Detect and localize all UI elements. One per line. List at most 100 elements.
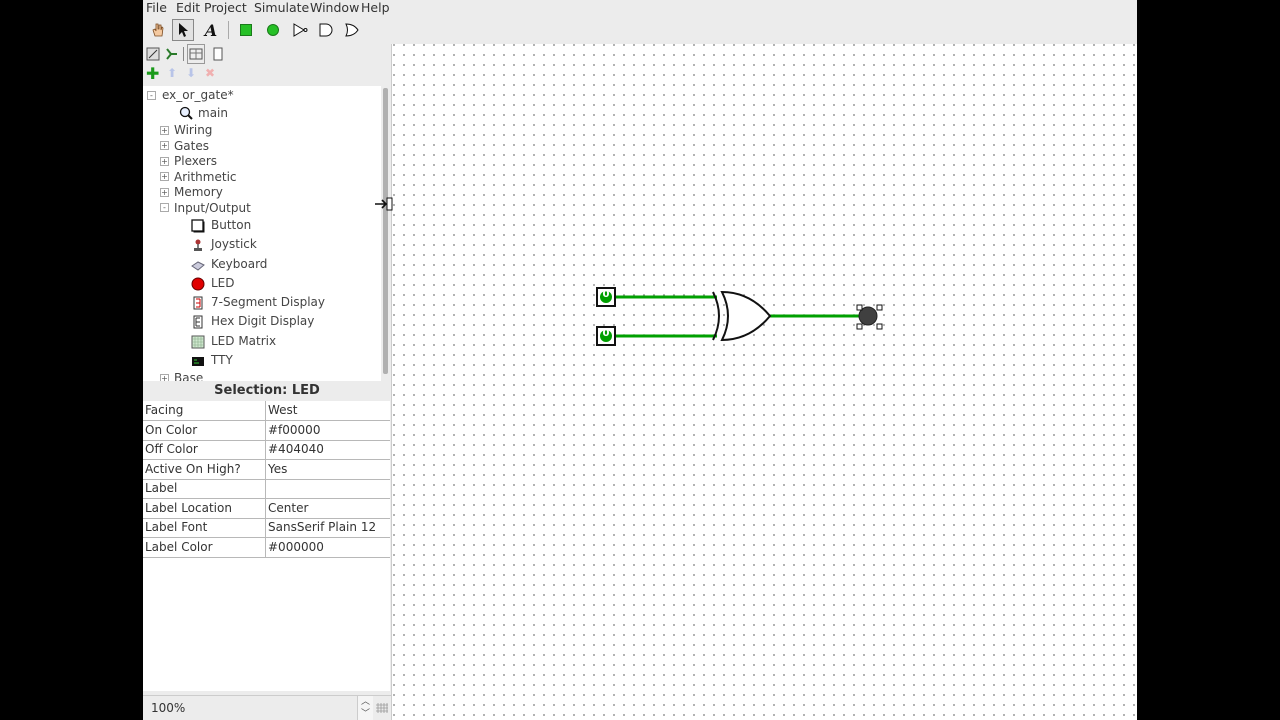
- show-appearance-button[interactable]: [209, 44, 227, 64]
- move-up-icon[interactable]: ⬆: [167, 66, 177, 80]
- move-down-icon[interactable]: ⬇: [186, 66, 196, 80]
- output-pin-icon: [267, 24, 279, 36]
- expand-icon[interactable]: +: [160, 126, 169, 135]
- tree-item-led-matrix[interactable]: LED Matrix: [211, 332, 276, 350]
- tree-circuit-main[interactable]: main: [198, 104, 228, 122]
- attribute-row[interactable]: Label Location Center: [143, 499, 390, 519]
- circuit-canvas[interactable]: 0 0: [392, 44, 1137, 720]
- menu-edit[interactable]: Edit: [176, 0, 200, 16]
- attribute-row[interactable]: Off Color #404040: [143, 440, 390, 460]
- expand-icon[interactable]: +: [160, 157, 169, 166]
- zoom-level[interactable]: 100%: [151, 701, 185, 715]
- text-tool-button[interactable]: A: [200, 19, 222, 41]
- keyboard-icon: [191, 261, 205, 271]
- explorer-tree: - ex_or_gate* main + Wiring + Gates + Pl…: [143, 86, 381, 381]
- attribute-row[interactable]: Label: [143, 479, 390, 499]
- attribute-key: Facing: [145, 403, 184, 417]
- chevron-down-icon[interactable]: ﹀: [361, 706, 370, 719]
- grid-toggle-icon[interactable]: [376, 702, 388, 714]
- tree-item-joystick[interactable]: Joystick: [211, 235, 257, 253]
- attribute-value[interactable]: Center: [268, 499, 308, 518]
- attribute-value[interactable]: #f00000: [268, 421, 320, 440]
- tree-item-button[interactable]: Button: [211, 216, 251, 234]
- tree-item-hex-digit-display[interactable]: Hex Digit Display: [211, 312, 314, 330]
- attribute-key: Label Location: [145, 501, 232, 515]
- attribute-row[interactable]: Label Color #000000: [143, 538, 390, 558]
- add-and-gate-button[interactable]: [315, 19, 337, 41]
- attribute-key: Label Font: [145, 520, 208, 534]
- not-gate-icon: [293, 23, 308, 37]
- attribute-table: Facing West On Color #f00000 Off Color #404…: [143, 401, 390, 691]
- menu-help[interactable]: Help: [361, 0, 390, 16]
- zoom-bar: 100% ︿ ﹀: [143, 695, 391, 720]
- project-toolbar: ✚ ⬆ ⬇ ✖: [143, 64, 243, 84]
- add-circuit-icon[interactable]: ✚: [146, 64, 159, 83]
- attribute-key: Label: [145, 481, 178, 495]
- attribute-value[interactable]: #404040: [268, 440, 324, 459]
- attribute-value[interactable]: #000000: [268, 538, 324, 557]
- attribute-value[interactable]: Yes: [268, 460, 287, 479]
- and-gate-icon: [319, 23, 333, 37]
- selection-title: Selection: LED: [143, 381, 391, 401]
- attribute-row[interactable]: Label Font SansSerif Plain 12: [143, 518, 390, 538]
- tree-lib-input-output[interactable]: Input/Output: [174, 199, 251, 217]
- input-pin-icon: [240, 24, 252, 36]
- expand-icon[interactable]: +: [160, 188, 169, 197]
- led-output[interactable]: [856, 304, 883, 330]
- hand-poke-tool-button[interactable]: [147, 19, 169, 41]
- tree-item-led[interactable]: LED: [211, 274, 235, 292]
- tree-lib-base[interactable]: Base: [174, 369, 203, 381]
- toolbar-separator: [183, 47, 184, 61]
- menu-window[interactable]: Window: [310, 0, 359, 16]
- logisim-window: File Edit Project Simulate Window Help A: [143, 0, 1137, 720]
- xor-gate[interactable]: [712, 290, 772, 342]
- collapse-icon[interactable]: -: [147, 91, 156, 100]
- menu-project[interactable]: Project: [204, 0, 247, 16]
- attribute-key: On Color: [145, 423, 198, 437]
- attribute-key: Active On High?: [145, 462, 241, 476]
- expand-icon[interactable]: +: [160, 374, 169, 381]
- select-tool-button[interactable]: [172, 19, 194, 41]
- delete-circuit-icon[interactable]: ✖: [205, 66, 215, 80]
- toolbar-separator: [228, 21, 229, 39]
- explorer-scrollbar-thumb[interactable]: [383, 88, 388, 374]
- expand-icon[interactable]: +: [160, 141, 169, 150]
- tree-project[interactable]: ex_or_gate*: [162, 86, 234, 104]
- attribute-row[interactable]: On Color #f00000: [143, 421, 390, 441]
- resize-cursor-icon: [375, 197, 393, 211]
- attributes-table-icon: [189, 48, 203, 60]
- tty-icon: [192, 357, 204, 366]
- menu-file[interactable]: File: [146, 0, 167, 16]
- arrow-cursor-icon: [179, 23, 188, 37]
- show-attributes-button[interactable]: [187, 44, 205, 64]
- expand-icon[interactable]: +: [160, 172, 169, 181]
- circuit-drawing: [596, 287, 883, 346]
- pin-a-value: 0: [602, 289, 610, 300]
- attribute-key: Off Color: [145, 442, 198, 456]
- seven-segment-icon: [193, 296, 203, 310]
- pin-b-value: 0: [602, 328, 610, 339]
- show-simulation-button[interactable]: [163, 44, 181, 64]
- collapse-icon[interactable]: -: [160, 203, 169, 212]
- or-gate-icon: [345, 23, 359, 37]
- show-toolbox-button[interactable]: [144, 44, 162, 64]
- menu-simulate[interactable]: Simulate: [254, 0, 309, 16]
- toolbox-icon: [146, 47, 160, 61]
- add-or-gate-button[interactable]: [341, 19, 363, 41]
- zoom-spinner[interactable]: ︿ ﹀: [357, 696, 373, 720]
- attribute-row[interactable]: Active On High? Yes: [143, 460, 390, 480]
- add-input-pin-button[interactable]: [235, 19, 257, 41]
- menu-bar: File Edit Project Simulate Window Help: [143, 0, 1137, 16]
- add-not-gate-button[interactable]: [289, 19, 311, 41]
- tree-item-7-segment-display[interactable]: 7-Segment Display: [211, 293, 325, 311]
- led-icon: [191, 277, 205, 291]
- tree-item-keyboard[interactable]: Keyboard: [211, 255, 267, 273]
- attribute-key: Label Color: [145, 540, 213, 554]
- tree-item-tty[interactable]: TTY: [211, 351, 233, 369]
- attribute-row[interactable]: Facing West: [143, 401, 390, 421]
- attribute-value[interactable]: West: [268, 401, 298, 420]
- add-output-pin-button[interactable]: [262, 19, 284, 41]
- attribute-value[interactable]: SansSerif Plain 12: [268, 518, 376, 537]
- main-toolbar: A: [143, 18, 403, 42]
- hex-digit-icon: [193, 315, 203, 329]
